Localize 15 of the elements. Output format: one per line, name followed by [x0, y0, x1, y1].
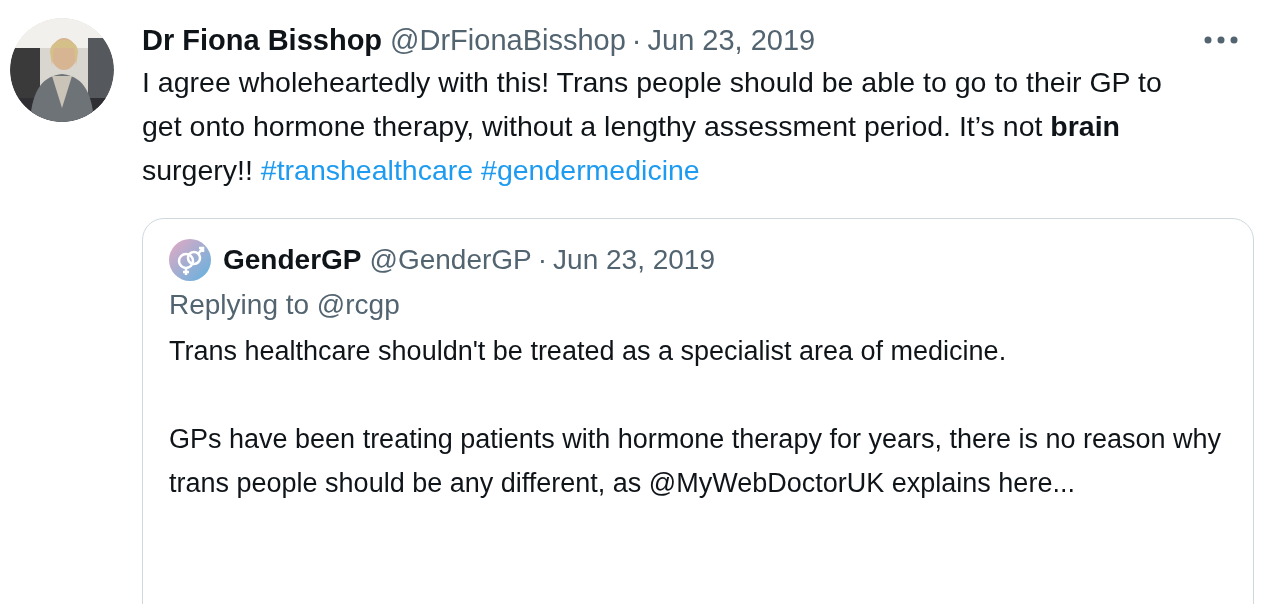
tweet-text: I agree wholeheartedly with this! Trans people should be able to go to their GP to get onto hormone therapy, without a lengthy assessment period. It’s not brain surgery!! #transhealthcare #gendermedicine [142, 65, 1163, 188]
logo-icon [169, 239, 211, 281]
separator: · [537, 243, 548, 277]
quoted-author-handle: @GenderGP [369, 243, 532, 277]
quoted-text: Trans healthcare shouldn't be treated as a specialist area of medicine. [169, 335, 1008, 368]
author-name[interactable]: Dr Fiona Bisshop [142, 20, 383, 60]
tweet-date[interactable]: Jun 23, 2019 [647, 20, 816, 60]
quoted-tweet-card[interactable] [142, 218, 1254, 604]
quoted-author-name: GenderGP [223, 243, 362, 277]
quoted-text: GPs have been treating patients with hormone therapy for years, there is no reason why trans people should be any different, as @MyWebDoctorUK explains here... [169, 423, 1223, 500]
author-handle[interactable]: @DrFionaBisshop [390, 20, 626, 60]
more-icon[interactable] [1204, 36, 1238, 44]
quoted-date: Jun 23, 2019 [553, 243, 715, 277]
replying-to: Replying to @rcgp [169, 288, 400, 322]
separator: · [631, 23, 642, 58]
